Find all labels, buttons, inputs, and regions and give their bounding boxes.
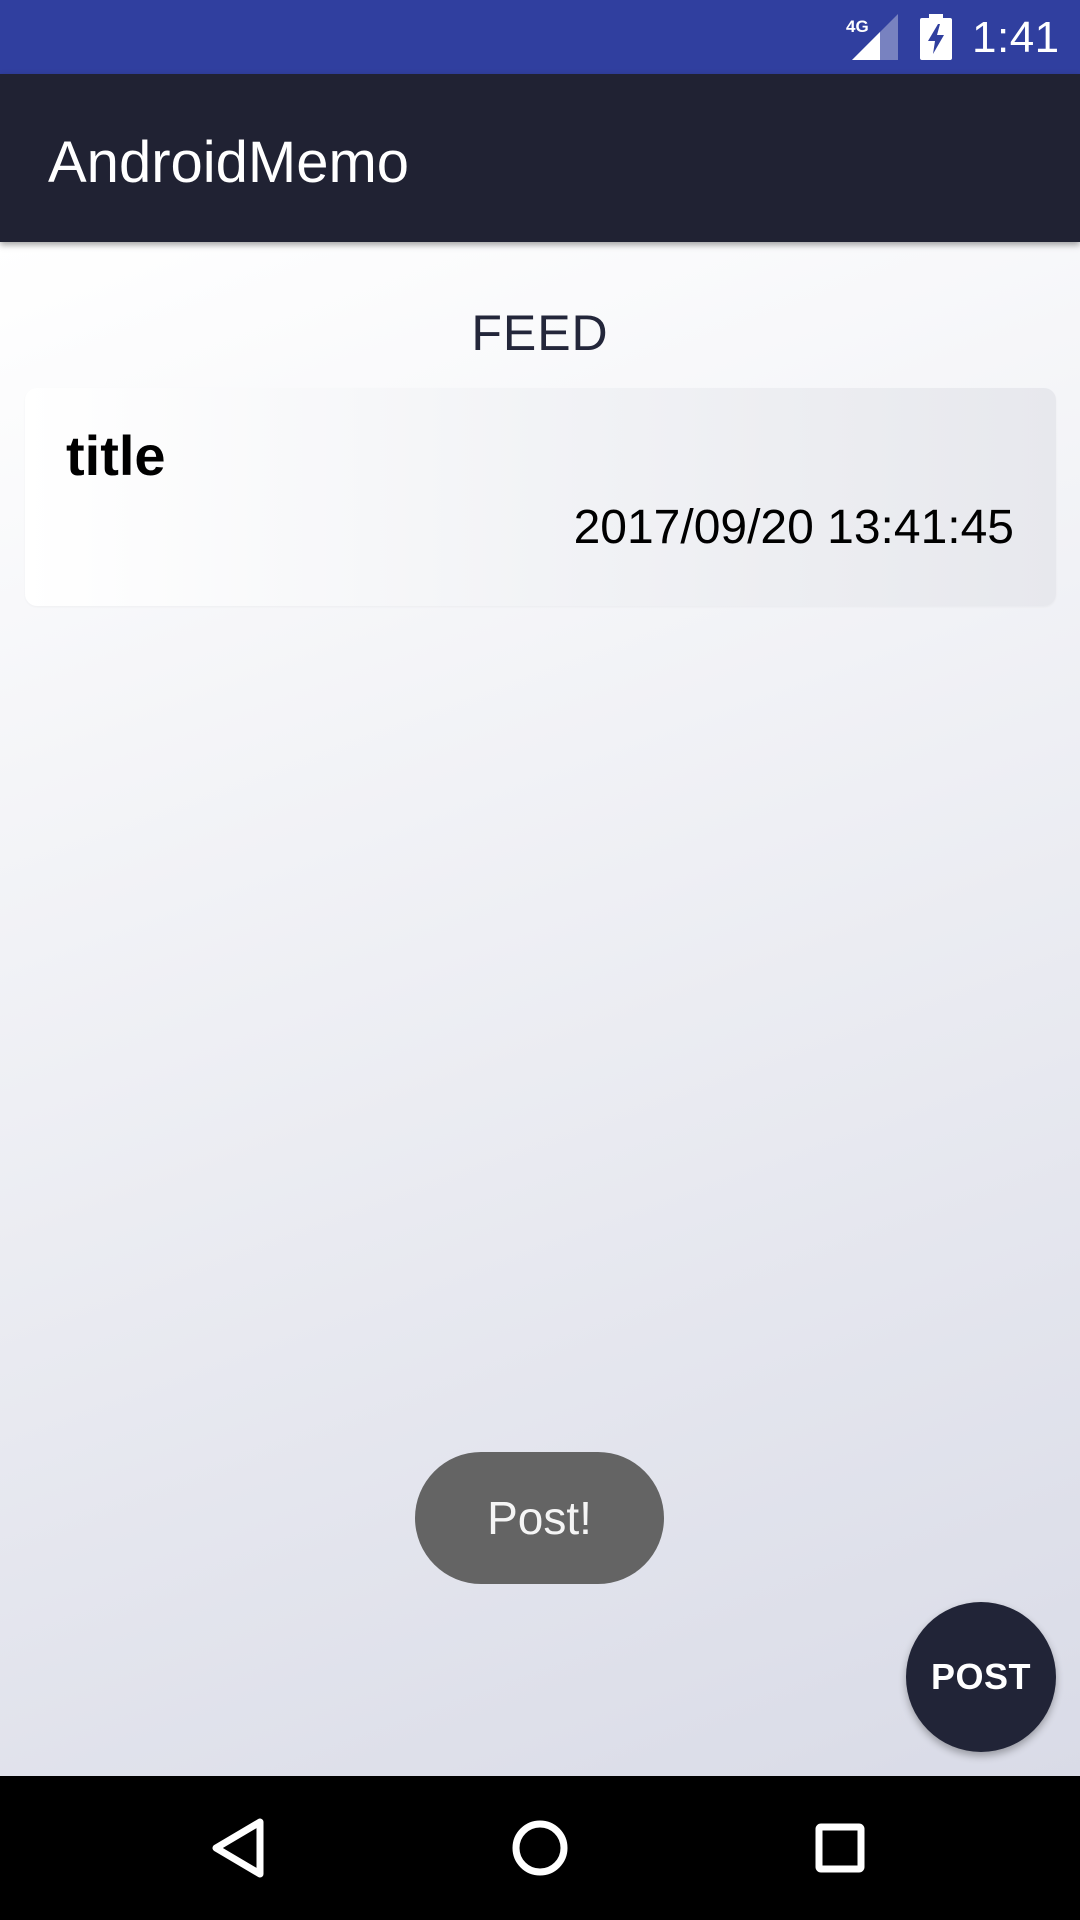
status-clock: 1:41	[972, 13, 1060, 62]
status-bar: 4G 1:41	[0, 0, 1080, 74]
screen: 4G 1:41 AndroidMemo FEED title 2017/09/2…	[0, 0, 1080, 1920]
feed-content[interactable]: FEED title 2017/09/20 13:41:45 Post! POS…	[0, 242, 1080, 1776]
post-button[interactable]: POST	[906, 1602, 1056, 1752]
feed-heading: FEED	[471, 305, 609, 361]
toast-message: Post!	[415, 1452, 664, 1584]
home-circle-icon[interactable]	[490, 1798, 590, 1898]
network-type-label: 4G	[846, 17, 869, 36]
back-triangle-icon[interactable]	[190, 1798, 290, 1898]
navigation-bar	[0, 1776, 1080, 1920]
app-bar: AndroidMemo	[0, 74, 1080, 242]
app-title: AndroidMemo	[48, 130, 410, 195]
recents-square-icon[interactable]	[790, 1798, 890, 1898]
memo-date: 2017/09/20 13:41:45	[573, 501, 1014, 554]
memo-title: title	[66, 424, 166, 487]
battery-charging-icon	[920, 14, 952, 60]
memo-list-item[interactable]: title 2017/09/20 13:41:45	[25, 388, 1056, 606]
signal-4g-icon: 4G	[846, 14, 898, 60]
